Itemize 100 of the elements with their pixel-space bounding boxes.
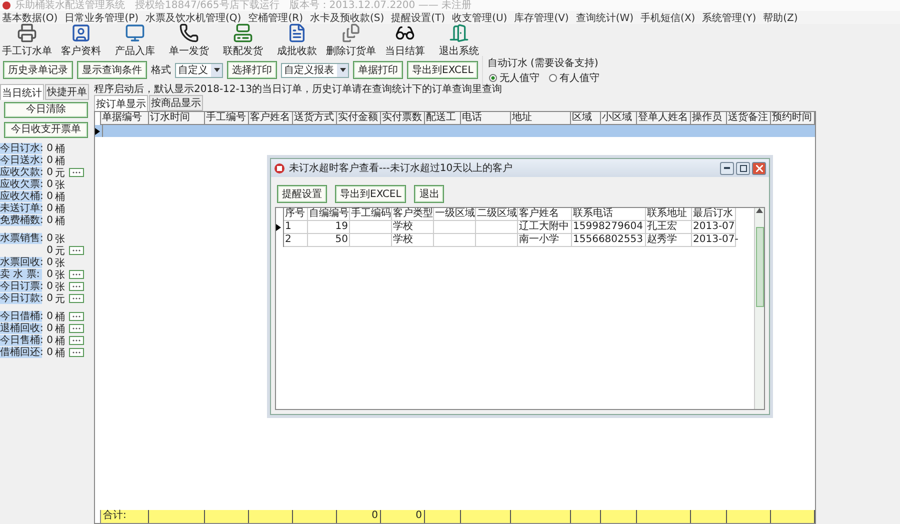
show-query-button[interactable]: 显示查询条件 xyxy=(77,61,147,79)
more-button[interactable] xyxy=(69,324,84,333)
report-select[interactable]: 自定义报表 xyxy=(281,62,349,78)
toolbar-button[interactable]: 单一发货 xyxy=(164,23,214,58)
table-cell xyxy=(476,221,518,234)
toolbar-button[interactable]: 联配发货 xyxy=(218,23,268,58)
column-header[interactable]: 最后订水 xyxy=(692,208,736,221)
column-header[interactable]: 联系地址 xyxy=(646,208,692,221)
dialog-button[interactable]: 退出 xyxy=(414,185,444,203)
table-cell: 50 xyxy=(308,234,350,247)
stat-unit: 桶 xyxy=(55,322,66,336)
table-cell: 19 xyxy=(308,221,350,234)
more-button[interactable] xyxy=(69,294,84,303)
bill-print-button[interactable]: 单据打印 xyxy=(353,61,403,79)
documents-icon xyxy=(341,23,361,43)
scroll-up-icon[interactable] xyxy=(756,208,763,213)
panel-tab[interactable]: 当日统计 xyxy=(0,84,44,100)
toolbar-button[interactable]: 当日结算 xyxy=(380,23,430,58)
menu-item[interactable]: 查询统计(W) xyxy=(576,10,634,24)
column-header[interactable]: 配送工 xyxy=(425,112,461,125)
row-pointer-icon xyxy=(95,128,100,134)
more-button[interactable] xyxy=(69,246,84,255)
panel-button[interactable]: 今日清除 xyxy=(4,102,88,118)
view-tab[interactable]: 按订单显示 xyxy=(94,95,148,111)
column-header[interactable]: 联系电话 xyxy=(572,208,646,221)
stat-value: 0 xyxy=(46,323,53,334)
more-button[interactable] xyxy=(69,336,84,345)
table-cell: 辽工大附中 xyxy=(518,221,572,234)
scrollbar-thumb[interactable] xyxy=(756,227,764,307)
stat-value: 0 xyxy=(46,191,53,202)
column-header[interactable]: 单据编号 xyxy=(101,112,149,125)
dialog-button[interactable]: 导出到EXCEL xyxy=(335,185,406,203)
computer-icon xyxy=(233,23,253,43)
toolbar-button[interactable]: 删除订货单 xyxy=(326,23,376,58)
radio-option[interactable]: 无人值守 xyxy=(489,70,540,84)
maximize-icon xyxy=(740,164,746,172)
printer-icon xyxy=(17,23,37,43)
more-button[interactable] xyxy=(69,282,84,291)
toolbar-button[interactable]: 成批收款 xyxy=(272,23,322,58)
select-print-button[interactable]: 选择打印 xyxy=(227,61,277,79)
more-button[interactable] xyxy=(69,312,84,321)
menu-item[interactable]: 提醒设置(T) xyxy=(391,10,446,24)
menu-item[interactable]: 基本数据(O) xyxy=(2,10,58,24)
minimize-icon xyxy=(724,167,730,169)
dialog-button[interactable]: 提醒设置 xyxy=(277,185,327,203)
column-header[interactable]: 实付金额 xyxy=(337,112,381,125)
menu-item[interactable]: 系统管理(Y) xyxy=(702,10,756,24)
document-icon xyxy=(287,23,307,43)
stat-unit: 元 xyxy=(55,292,66,306)
stat-unit: 桶 xyxy=(55,310,66,324)
menu-item[interactable]: 帮助(Z) xyxy=(763,10,798,24)
menu-item[interactable]: 库存管理(V) xyxy=(514,10,569,24)
stat-label: 今日借桶: xyxy=(0,311,42,322)
stat-unit: 桶 xyxy=(55,214,66,228)
panel-button[interactable]: 今日收支开票单 xyxy=(4,122,88,138)
panel-tab[interactable]: 快捷开单 xyxy=(45,84,89,100)
column-header[interactable]: 二级区域 xyxy=(476,208,518,221)
view-tab[interactable]: 按商品显示 xyxy=(149,95,203,111)
menu-item[interactable]: 日常业务管理(P) xyxy=(64,10,139,24)
column-header[interactable]: 操作员 xyxy=(691,112,727,125)
toolbar-button[interactable]: 手工订水单 xyxy=(2,23,52,58)
column-header[interactable]: 一级区域 xyxy=(434,208,476,221)
toolbar-button[interactable]: 产品入库 xyxy=(110,23,160,58)
maximize-button[interactable] xyxy=(736,162,750,174)
column-header[interactable]: 登单人姓名 xyxy=(637,112,691,125)
radio-option[interactable]: 有人值守 xyxy=(549,70,600,84)
total-amount: 0 xyxy=(337,510,381,523)
menu-item[interactable]: 水票及饮水机管理(Q) xyxy=(146,10,242,24)
column-header[interactable]: 地址 xyxy=(511,112,571,125)
more-button[interactable] xyxy=(69,168,84,177)
column-header[interactable]: 区域 xyxy=(571,112,601,125)
toolbar-button[interactable]: 客户资料 xyxy=(56,23,106,58)
column-header[interactable]: 送货方式 xyxy=(293,112,337,125)
menu-item[interactable]: 手机短信(X) xyxy=(640,10,696,24)
column-header[interactable]: 手工编号 xyxy=(205,112,249,125)
column-header[interactable]: 客户姓名 xyxy=(518,208,572,221)
column-header[interactable]: 序号 xyxy=(284,208,308,221)
toolbar-button[interactable]: 退出系统 xyxy=(434,23,484,58)
column-header[interactable]: 预约时间 xyxy=(771,112,815,125)
column-header[interactable]: 电话 xyxy=(461,112,511,125)
caret-icon xyxy=(214,68,220,72)
column-header[interactable]: 客户类型 xyxy=(392,208,434,221)
close-button[interactable] xyxy=(752,162,766,174)
column-header[interactable]: 自编编号 xyxy=(308,208,350,221)
format-select[interactable]: 自定义 xyxy=(175,62,223,78)
more-button[interactable] xyxy=(69,348,84,357)
column-header[interactable]: 手工编码 xyxy=(350,208,392,221)
column-header[interactable]: 客户姓名 xyxy=(249,112,293,125)
stat-unit: 桶 xyxy=(55,346,66,360)
menu-item[interactable]: 水卡及预收款(S) xyxy=(310,10,384,24)
export-button[interactable]: 导出到EXCEL xyxy=(407,61,478,79)
menu-item[interactable]: 空桶管理(R) xyxy=(248,10,303,24)
history-button[interactable]: 历史录单记录 xyxy=(3,61,73,79)
more-button[interactable] xyxy=(69,270,84,279)
column-header[interactable]: 小区域 xyxy=(601,112,637,125)
menu-item[interactable]: 收支管理(U) xyxy=(452,10,508,24)
column-header[interactable]: 实付票数 xyxy=(381,112,425,125)
column-header[interactable]: 订水时间 xyxy=(149,112,205,125)
column-header[interactable]: 送货备注 xyxy=(727,112,771,125)
minimize-button[interactable] xyxy=(720,162,734,174)
